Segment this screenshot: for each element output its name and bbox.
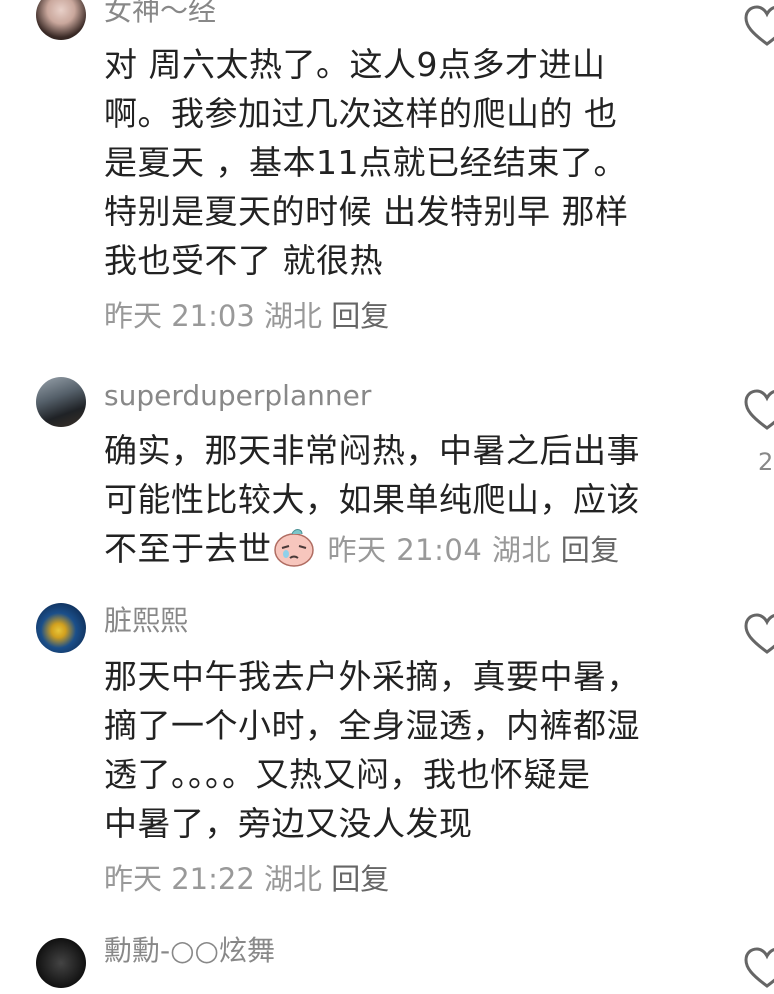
heart-outline-icon[interactable]: [742, 944, 774, 994]
comment-item: 勳勳-○○炫舞: [0, 0, 774, 988]
avatar[interactable]: [36, 938, 86, 988]
comment-username[interactable]: 勳勳-○○炫舞: [104, 934, 275, 968]
